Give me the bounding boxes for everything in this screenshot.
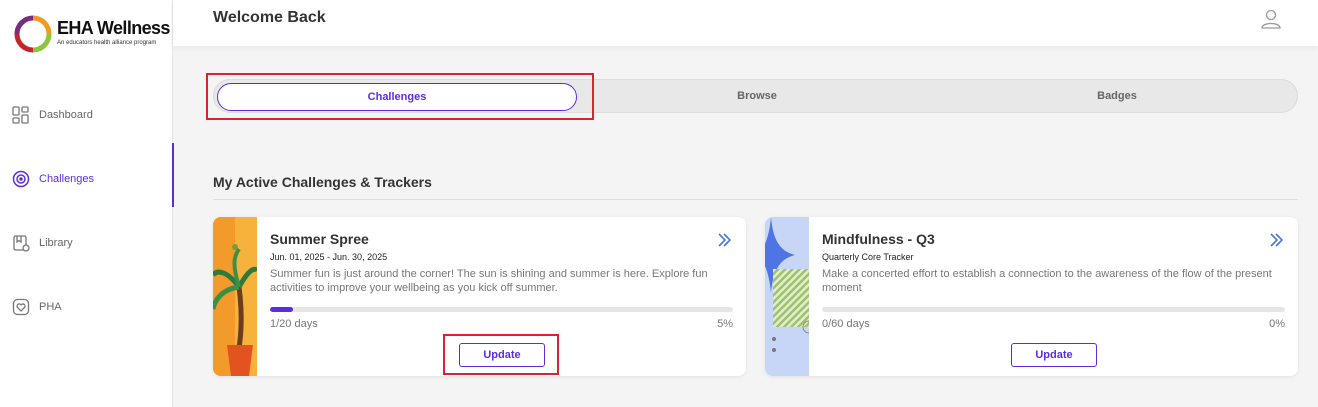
section-title: My Active Challenges & Trackers <box>213 174 432 190</box>
card-description: Summer fun is just around the corner! Th… <box>270 268 708 294</box>
card-title: Summer Spree <box>270 231 369 247</box>
sidebar-item-challenges[interactable]: Challenges <box>0 143 174 207</box>
progress-days: 1/20 days <box>270 318 318 330</box>
sidebar-item-dashboard[interactable]: Dashboard <box>0 95 173 135</box>
user-icon[interactable] <box>1260 8 1282 30</box>
progress-fill <box>270 307 294 312</box>
update-button[interactable]: Update <box>1011 343 1097 367</box>
sidebar-item-label: Challenges <box>39 173 95 185</box>
card-dates: Jun. 01, 2025 - Jun. 30, 2025 <box>270 252 388 262</box>
double-chevron-right-icon[interactable] <box>1267 231 1285 249</box>
progress-percent: 0% <box>1269 318 1285 330</box>
logo-mark-icon <box>13 14 53 54</box>
progress-bar <box>822 307 1285 312</box>
progress-days: 0/60 days <box>822 318 870 330</box>
highlight-box <box>206 73 594 120</box>
target-icon <box>12 170 30 188</box>
sidebar-item-label: Library <box>39 237 73 249</box>
tab-browse[interactable]: Browse <box>577 80 937 112</box>
tab-badges[interactable]: Badges <box>937 80 1297 112</box>
dashboard-icon <box>12 106 30 124</box>
sidebar-item-pha[interactable]: PHA <box>0 287 173 327</box>
sidebar: EHA Wellness An educators health allianc… <box>0 0 174 407</box>
card-title: Mindfulness - Q3 <box>822 231 935 247</box>
divider <box>213 199 1298 200</box>
library-icon <box>12 234 30 252</box>
sidebar-item-label: Dashboard <box>39 109 93 121</box>
summer-image <box>213 217 257 376</box>
challenge-card[interactable]: Mindfulness - Q3 Quarterly Core Tracker … <box>765 217 1298 376</box>
page-title: Welcome Back <box>213 9 326 26</box>
progress-percent: 5% <box>717 318 733 330</box>
progress-bar <box>270 307 733 312</box>
heart-icon <box>12 298 30 316</box>
top-header: Welcome Back <box>173 0 1318 46</box>
sidebar-item-label: PHA <box>39 301 62 313</box>
brand-logo[interactable]: EHA Wellness An educators health allianc… <box>13 14 170 54</box>
card-description: Make a concerted effort to establish a c… <box>822 268 1272 294</box>
brand-tagline: An educators health alliance program <box>57 40 157 46</box>
sidebar-item-library[interactable]: Library <box>0 223 173 263</box>
highlight-box <box>443 334 559 375</box>
card-subtitle: Quarterly Core Tracker <box>822 252 914 262</box>
mindfulness-image <box>765 217 809 376</box>
double-chevron-right-icon[interactable] <box>715 231 733 249</box>
brand-name: EHA Wellness <box>57 18 170 38</box>
